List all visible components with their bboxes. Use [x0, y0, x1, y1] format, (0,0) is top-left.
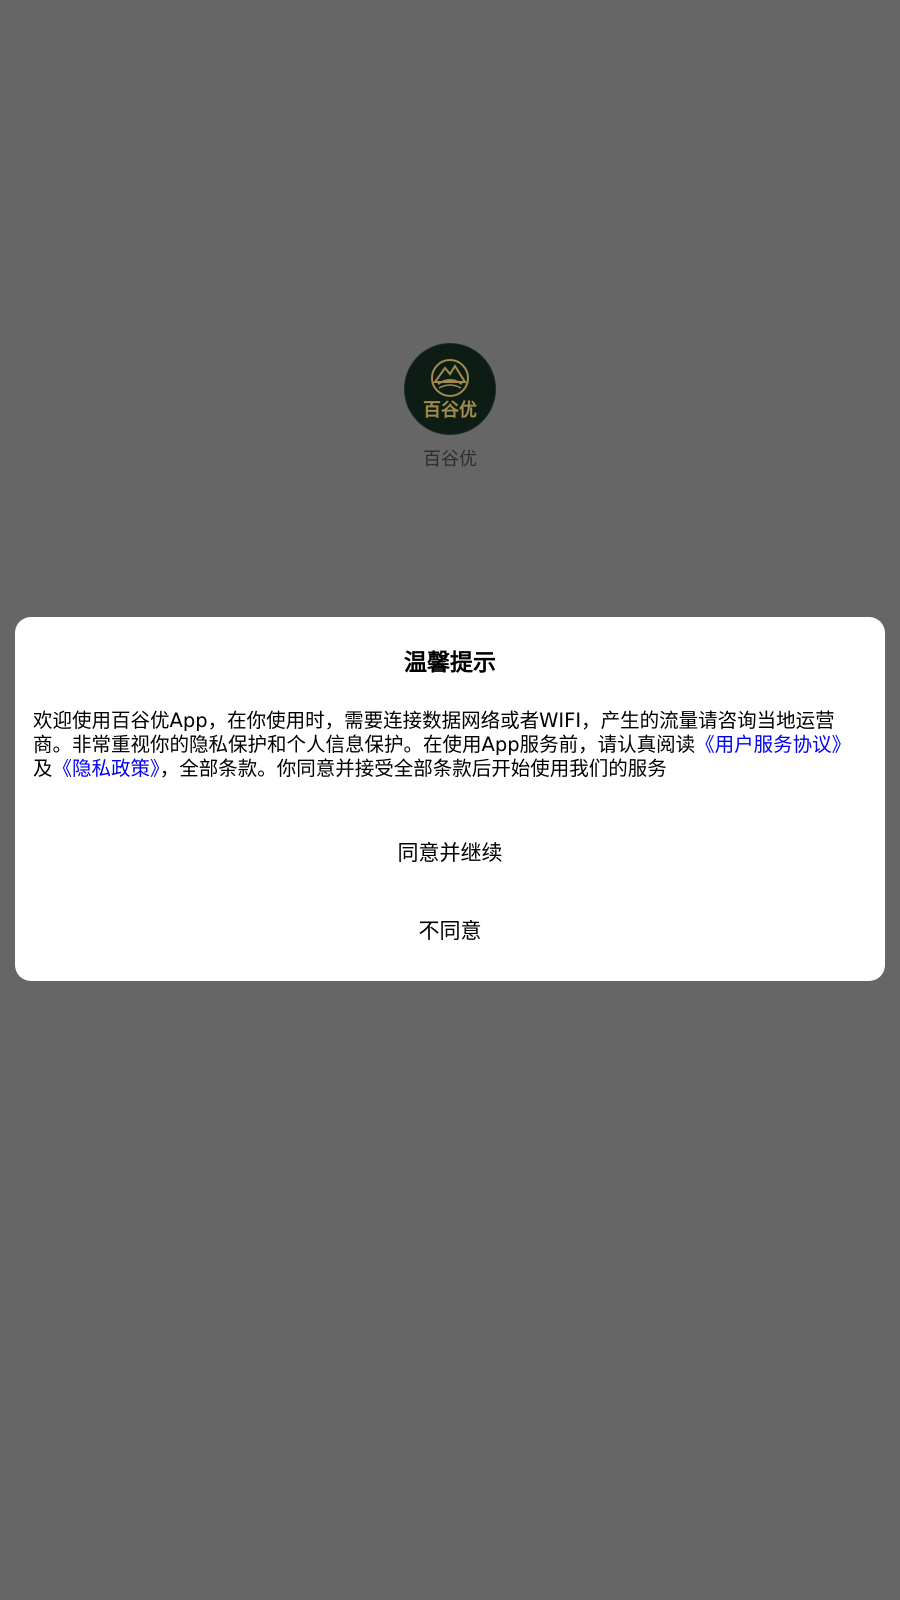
body-text-suffix: ，全部条款。你同意并接受全部条款后开始使用我们的服务: [159, 757, 667, 780]
app-logo: 百谷优: [405, 344, 495, 434]
privacy-dialog: 温馨提示 欢迎使用百谷优App，在你使用时，需要连接数据网络或者WIFI，产生的…: [15, 617, 885, 981]
disagree-button[interactable]: 不同意: [15, 905, 885, 957]
baiguyou-logo-icon: 百谷优: [405, 344, 495, 434]
privacy-policy-link[interactable]: 《隐私政策》: [53, 757, 160, 780]
dialog-title: 温馨提示: [404, 650, 496, 676]
logo-text: 百谷优: [423, 399, 477, 421]
agree-button[interactable]: 同意并继续: [15, 827, 885, 879]
app-name: 百谷优: [423, 449, 477, 470]
body-joiner: 及: [33, 757, 53, 780]
user-agreement-link[interactable]: 《用户服务协议》: [695, 733, 851, 756]
dialog-body: 欢迎使用百谷优App，在你使用时，需要连接数据网络或者WIFI，产生的流量请咨询…: [33, 709, 867, 781]
